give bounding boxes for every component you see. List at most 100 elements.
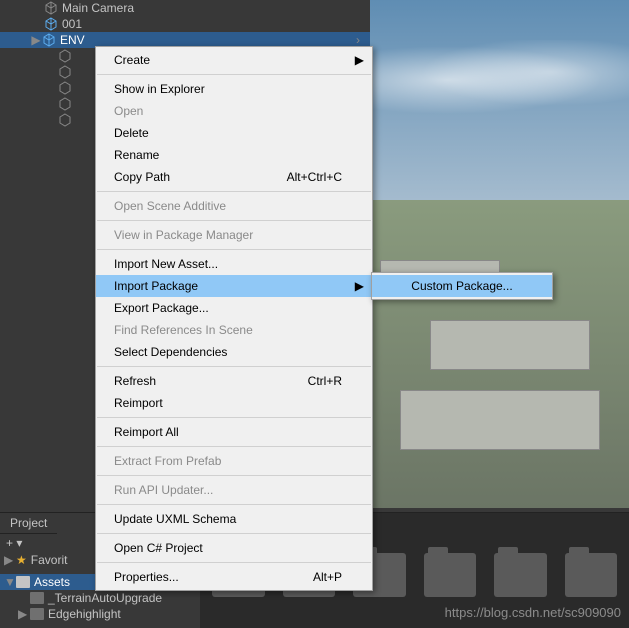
gameobject-icon [58,81,72,95]
scene-building [430,320,590,370]
menu-separator [97,366,371,367]
menu-copy-path[interactable]: Copy Path Alt+Ctrl+C [96,166,372,188]
folder-label: _TerrainAutoUpgrade [48,591,162,605]
submenu-arrow-icon: ▶ [355,279,364,293]
hierarchy-item-001[interactable]: 001 [0,16,370,32]
gameobject-icon [58,113,72,127]
gameobject-icon [58,49,72,63]
menu-delete[interactable]: Delete [96,122,372,144]
menu-separator [97,446,371,447]
menu-label: Properties... [114,570,179,584]
menu-shortcut: Ctrl+R [308,374,342,388]
menu-find-references: Find References In Scene [96,319,372,341]
menu-separator [97,249,371,250]
prefab-icon [42,33,56,47]
hierarchy-item-main-camera[interactable]: Main Camera [0,0,370,16]
folder-label: Edgehighlight [48,607,121,621]
folder-icon [30,592,44,604]
menu-import-package[interactable]: Import Package ▶ [96,275,372,297]
scene-terrain [370,200,629,508]
menu-label: Show in Explorer [114,82,205,96]
menu-label: Refresh [114,374,156,388]
menu-label: Export Package... [114,301,209,315]
hierarchy-label: Main Camera [62,1,134,15]
menu-open-scene-additive: Open Scene Additive [96,195,372,217]
folder-row[interactable]: ▶ Edgehighlight [0,606,200,622]
assets-label: Assets [34,575,70,589]
expand-arrow-icon[interactable]: ▶ [18,607,30,621]
gameobject-icon [44,1,58,15]
menu-separator [97,417,371,418]
menu-label: Reimport [114,396,163,410]
menu-label: Select Dependencies [114,345,227,359]
menu-label: Find References In Scene [114,323,253,337]
menu-separator [97,504,371,505]
favorites-label: Favorit [31,553,68,567]
menu-shortcut: Alt+P [313,570,342,584]
menu-label: Delete [114,126,149,140]
prefab-icon [44,17,58,31]
folder-icon [16,576,30,588]
add-button[interactable]: + [6,536,13,550]
folder-row[interactable]: _TerrainAutoUpgrade [0,590,200,606]
menu-run-api-updater: Run API Updater... [96,479,372,501]
menu-open-cs-project[interactable]: Open C# Project [96,537,372,559]
project-tab[interactable]: Project [0,513,57,534]
menu-label: Custom Package... [411,279,512,293]
menu-separator [97,562,371,563]
scene-clouds [370,40,629,120]
menu-label: Create [114,53,150,67]
menu-separator [97,475,371,476]
menu-label: Open [114,104,143,118]
menu-separator [97,533,371,534]
menu-label: Copy Path [114,170,170,184]
menu-label: Open C# Project [114,541,203,555]
gameobject-icon [58,97,72,111]
menu-properties[interactable]: Properties... Alt+P [96,566,372,588]
hierarchy-label: 001 [62,17,82,31]
menu-view-package-manager: View in Package Manager [96,224,372,246]
hierarchy-label: ENV [60,33,85,47]
folder-icon [30,608,44,620]
menu-refresh[interactable]: Refresh Ctrl+R [96,370,372,392]
menu-update-uxml[interactable]: Update UXML Schema [96,508,372,530]
scene-building [400,390,600,450]
expand-arrow-icon[interactable]: ▶ [30,33,42,47]
asset-folder-item[interactable] [424,553,477,597]
menu-label: Reimport All [114,425,179,439]
menu-reimport[interactable]: Reimport [96,392,372,414]
menu-label: Update UXML Schema [114,512,236,526]
menu-label: Open Scene Additive [114,199,226,213]
menu-create[interactable]: Create ▶ [96,49,372,71]
import-package-submenu: Custom Package... [371,272,553,300]
menu-extract-from-prefab: Extract From Prefab [96,450,372,472]
menu-separator [97,220,371,221]
menu-label: Rename [114,148,159,162]
menu-label: View in Package Manager [114,228,253,242]
menu-label: Run API Updater... [114,483,213,497]
expand-arrow-icon[interactable]: ▼ [4,575,16,589]
menu-import-new-asset[interactable]: Import New Asset... [96,253,372,275]
menu-shortcut: Alt+Ctrl+C [287,170,342,184]
menu-separator [97,191,371,192]
menu-separator [97,74,371,75]
context-menu: Create ▶ Show in Explorer Open Delete Ren… [95,46,373,591]
menu-export-package[interactable]: Export Package... [96,297,372,319]
submenu-arrow-icon: ▶ [355,53,364,67]
menu-show-in-explorer[interactable]: Show in Explorer [96,78,372,100]
chevron-right-icon[interactable]: › [352,33,364,47]
menu-label: Import New Asset... [114,257,218,271]
menu-custom-package[interactable]: Custom Package... [372,275,552,297]
asset-folder-item[interactable] [494,553,547,597]
expand-arrow-icon[interactable]: ▶ [4,553,16,567]
scene-view[interactable] [370,0,629,508]
menu-reimport-all[interactable]: Reimport All [96,421,372,443]
asset-folder-item[interactable] [565,553,618,597]
menu-select-dependencies[interactable]: Select Dependencies [96,341,372,363]
menu-label: Extract From Prefab [114,454,221,468]
gameobject-icon [58,65,72,79]
menu-open: Open [96,100,372,122]
star-icon: ★ [16,553,27,567]
menu-label: Import Package [114,279,198,293]
menu-rename[interactable]: Rename [96,144,372,166]
